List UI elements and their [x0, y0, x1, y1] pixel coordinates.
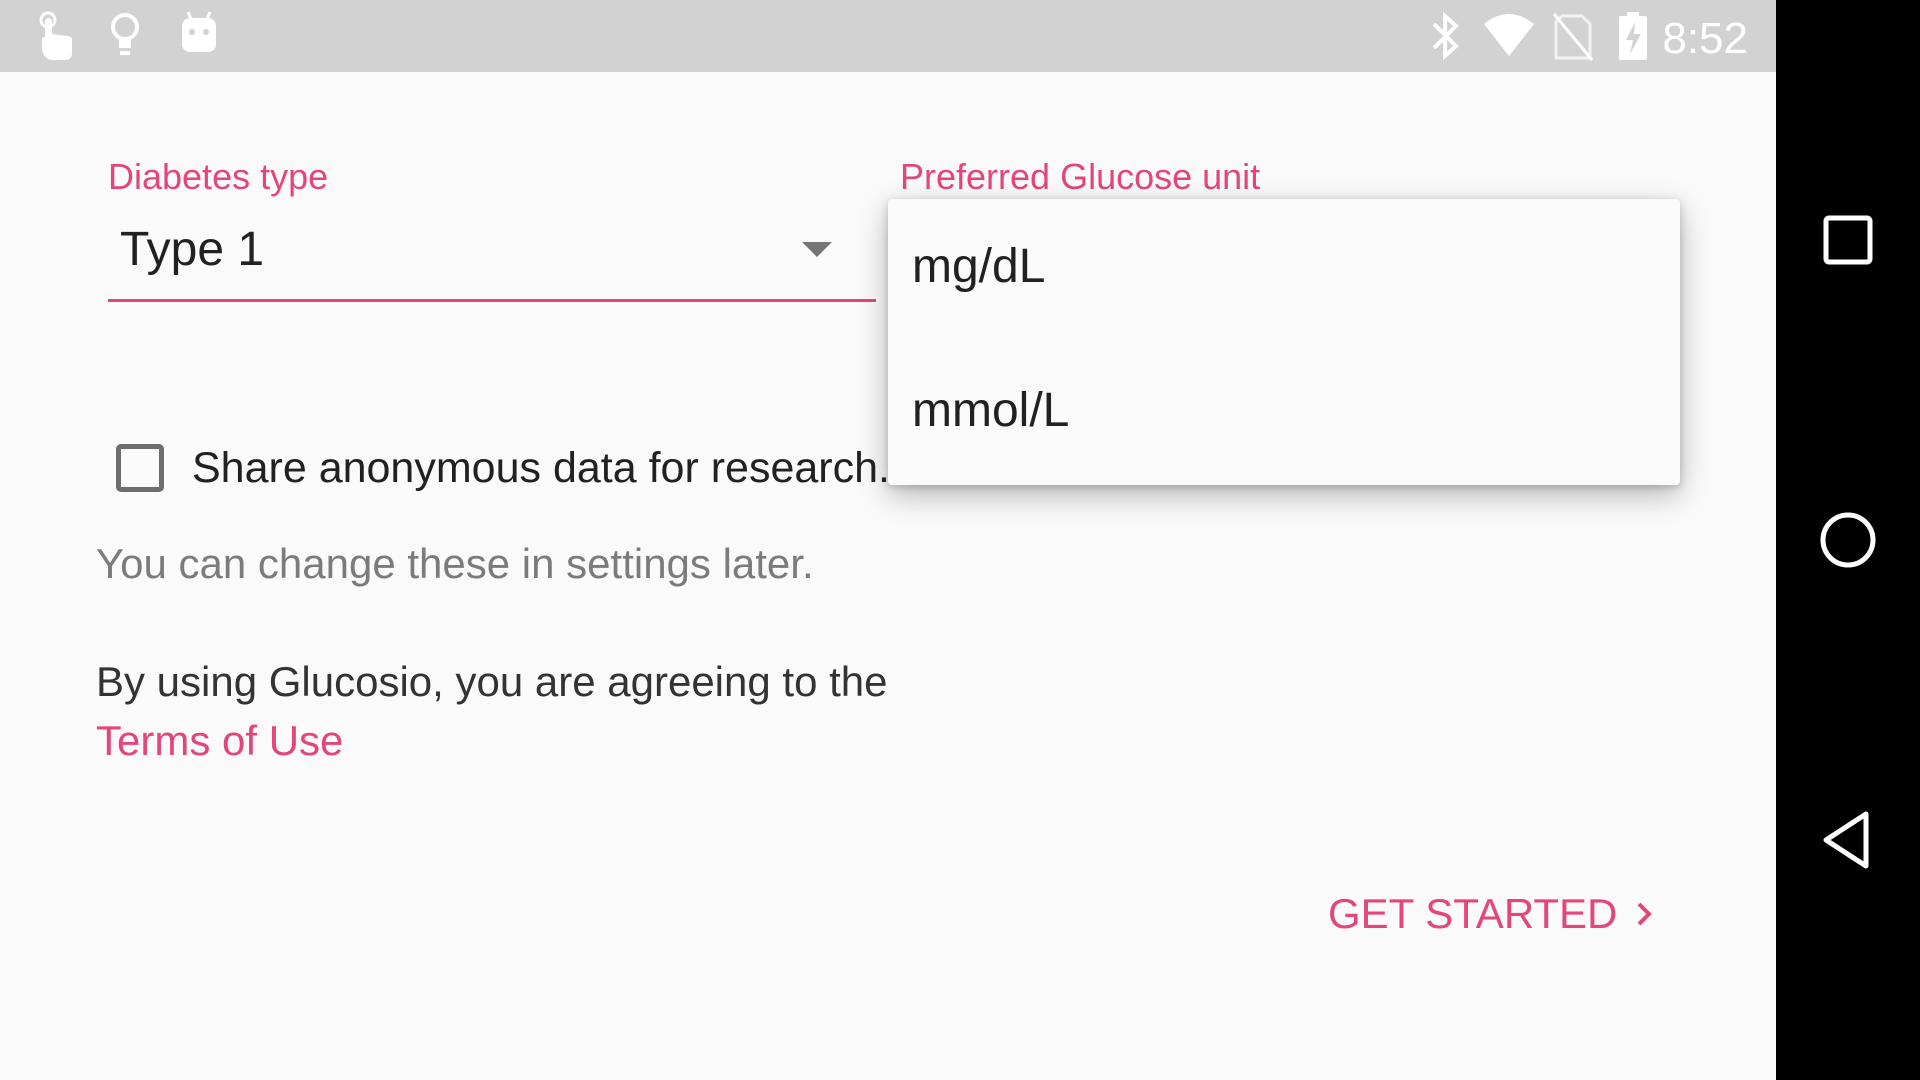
glucose-unit-label: Preferred Glucose unit — [900, 156, 1261, 197]
terms-of-use-link[interactable]: Terms of Use — [96, 717, 343, 765]
dropdown-arrow-icon — [802, 242, 832, 257]
touch-icon — [32, 10, 78, 62]
status-bar: 8:52 — [0, 0, 1776, 72]
battery-charging-icon — [1616, 10, 1650, 62]
terms-text: By using Glucosio, you are agreeing to t… — [96, 658, 888, 705]
get-started-button[interactable]: GET STARTED — [1328, 884, 1657, 944]
recents-button[interactable] — [1816, 208, 1880, 272]
share-data-label: Share anonymous data for research. — [192, 444, 890, 492]
settings-hint: You can change these in settings later. — [96, 540, 814, 587]
lightbulb-icon — [108, 10, 142, 60]
back-triangle-icon — [1823, 811, 1869, 869]
circle-icon — [1820, 512, 1876, 568]
wifi-icon — [1482, 10, 1536, 62]
diabetes-type-spinner[interactable]: Type 1 — [108, 214, 876, 302]
diabetes-type-label: Diabetes type — [108, 156, 329, 197]
square-icon — [1823, 215, 1873, 265]
get-started-label: GET STARTED — [1328, 890, 1618, 937]
home-button[interactable] — [1816, 508, 1880, 572]
glucose-unit-option-mgdl[interactable]: mg/dL — [912, 239, 1045, 294]
glucose-unit-option-mmol[interactable]: mmol/L — [912, 383, 1069, 438]
chevron-right-icon — [1637, 902, 1653, 926]
glucose-unit-dropdown: mg/dL mmol/L — [888, 199, 1680, 485]
back-button[interactable] — [1816, 808, 1880, 872]
navigation-bar — [1776, 0, 1920, 1080]
diabetes-type-value: Type 1 — [120, 223, 265, 276]
bluetooth-icon — [1428, 10, 1462, 62]
android-icon — [180, 10, 218, 54]
status-clock: 8:52 — [1662, 14, 1748, 63]
share-data-checkbox[interactable] — [116, 444, 164, 492]
no-sim-icon — [1552, 10, 1594, 62]
